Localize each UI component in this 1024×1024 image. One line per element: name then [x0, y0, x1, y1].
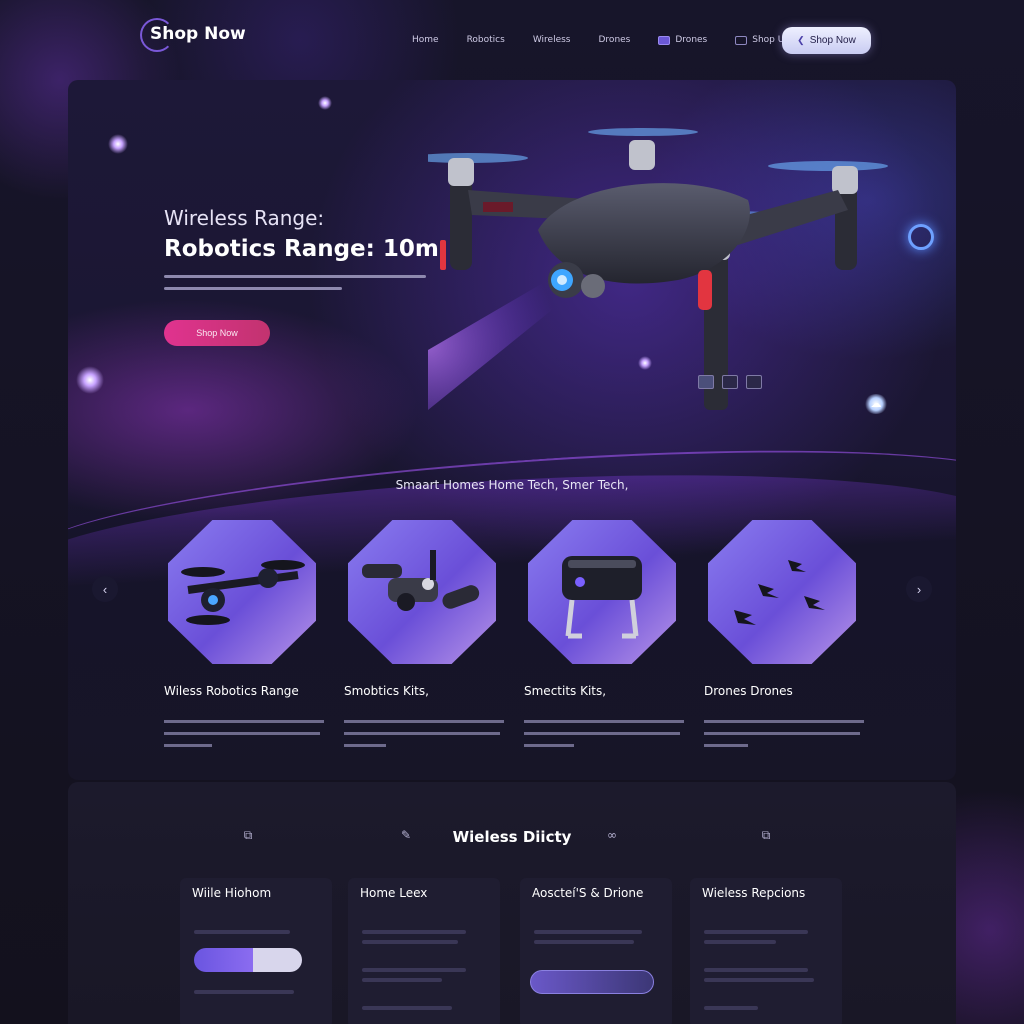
text-line [362, 1006, 452, 1010]
shop-icon [735, 35, 748, 45]
chevron-left-icon: ‹ [102, 581, 108, 597]
carousel-prev-button[interactable]: ‹ [92, 576, 118, 602]
text-line [362, 968, 466, 972]
text-line [534, 940, 634, 944]
robot-kit-icon [362, 550, 480, 611]
hero-description [164, 272, 434, 301]
product-title: Smobtics Kits, [344, 684, 429, 698]
features-panel: ⧉ ✎ Wieless Diicty ∞ ⧉ Wiile Hiohom Home… [68, 782, 956, 1024]
text-line [704, 930, 808, 934]
cloud-icon: ☁ [864, 394, 888, 414]
feature-action-button[interactable] [530, 970, 654, 994]
slider-dot[interactable] [722, 375, 738, 389]
text-line [194, 990, 294, 994]
link-icon: ∞ [607, 828, 617, 842]
hero-shop-button[interactable]: Shop Now [164, 320, 270, 346]
product-description [344, 718, 508, 758]
text-line [362, 930, 466, 934]
carousel-next-button[interactable]: › [906, 576, 932, 602]
drones-group-icon [734, 560, 825, 625]
shop-now-button[interactable]: ❮ Shop Now [782, 27, 871, 54]
text-line [194, 930, 290, 934]
feature-toggle[interactable] [194, 948, 302, 972]
product-title: Drones Drones [704, 684, 793, 698]
smart-device-icon [562, 556, 642, 639]
external-link-icon[interactable]: ⧉ [758, 828, 774, 842]
product-card[interactable]: Wiless Robotics Range [164, 520, 324, 760]
product-title: Smectits Kits, [524, 684, 607, 698]
hero-slider-dots [698, 375, 762, 389]
hero-subtitle: Wireless Range: [164, 206, 325, 230]
nav-link-drones[interactable]: Drones [599, 35, 631, 45]
text-line [362, 940, 458, 944]
product-image-frame [168, 520, 316, 664]
hero-title: Robotics Range: 10m [164, 236, 439, 262]
feature-title: Aoscteí'S & Drione [532, 886, 644, 900]
product-image-frame [708, 520, 856, 664]
hero-panel: Wireless Range: Robotics Range: 10m Shop… [68, 80, 956, 780]
features-title: Wieless Diicty [452, 828, 572, 846]
logo-text: Shop Now [150, 24, 246, 44]
text-line [704, 1006, 758, 1010]
feature-title: Wiile Hiohom [192, 886, 272, 900]
nav-links: Home Robotics Wireless Drones Drones Sho… [412, 30, 844, 50]
feature-card[interactable]: Aoscteí'S & Drione [520, 878, 672, 1024]
text-line [534, 930, 642, 934]
top-nav: Shop Now Home Robotics Wireless Drones D… [0, 0, 1024, 78]
product-title: Wiless Robotics Range [164, 684, 299, 698]
feature-title: Wieless Repcions [702, 886, 806, 900]
text-line [704, 978, 814, 982]
feature-card[interactable]: Wieless Repcions [690, 878, 842, 1024]
nav-link-home[interactable]: Home [412, 35, 439, 45]
product-card[interactable]: Smectits Kits, [524, 520, 684, 760]
drone-icon [181, 560, 305, 625]
bokeh-light [76, 366, 104, 394]
products-section-title: Smaart Homes Home Tech, Smer Tech, [395, 478, 629, 492]
nav-link-wireless[interactable]: Wireless [533, 35, 571, 45]
feature-card[interactable]: Wiile Hiohom [180, 878, 332, 1024]
nav-link-robotics[interactable]: Robotics [467, 35, 505, 45]
product-image-frame [348, 520, 496, 664]
drone-icon [658, 35, 671, 45]
slider-dot[interactable] [746, 375, 762, 389]
product-carousel: Wiless Robotics Range Smobtics Kits, Sme… [164, 520, 864, 760]
product-description [164, 718, 328, 758]
slider-dot[interactable] [698, 375, 714, 389]
nav-link-drones-2[interactable]: Drones [658, 35, 707, 45]
feature-title: Home Leex [360, 886, 428, 900]
product-description [704, 718, 868, 758]
text-line [704, 940, 776, 944]
product-description [524, 718, 688, 758]
logo[interactable]: Shop Now [140, 18, 250, 58]
product-card[interactable]: Smobtics Kits, [344, 520, 504, 760]
chevron-left-icon: ❮ [797, 35, 805, 45]
product-card[interactable]: Drones Drones [704, 520, 864, 760]
text-line [362, 978, 442, 982]
feature-card[interactable]: Home Leex [348, 878, 500, 1024]
product-image-frame [528, 520, 676, 664]
drone-hero-image [428, 128, 888, 410]
ring-icon [908, 224, 934, 250]
bokeh-light [318, 96, 332, 110]
bokeh-light [108, 134, 128, 154]
chevron-right-icon: › [916, 581, 922, 597]
text-line [704, 968, 808, 972]
